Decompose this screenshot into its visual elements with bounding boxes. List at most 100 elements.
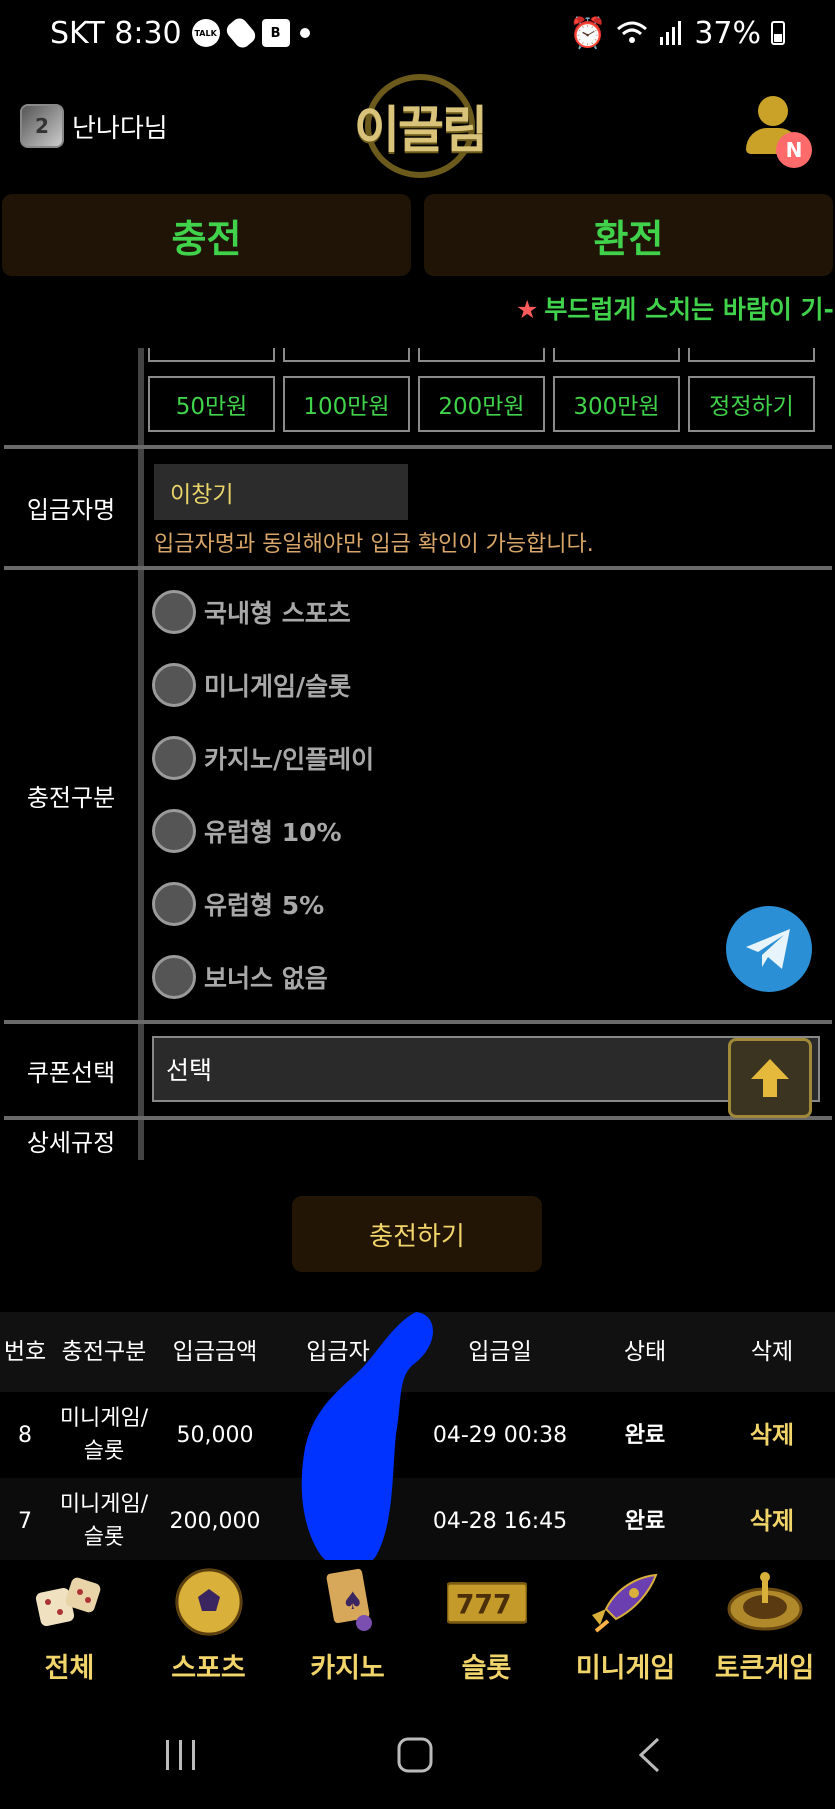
telegram-button[interactable] [726, 906, 812, 992]
nav-sports[interactable]: 스포츠 [139, 1560, 278, 1700]
pill-icon [223, 15, 259, 51]
system-nav-bar [0, 1700, 835, 1809]
delete-link[interactable]: 삭제 [712, 1478, 832, 1564]
exchange-tab-button[interactable]: 환전 [424, 194, 833, 276]
back-icon[interactable] [636, 1736, 662, 1774]
rank-badge-icon: 2 [20, 104, 64, 148]
site-logo[interactable]: 이끌림 [335, 70, 505, 182]
header-cell: 입금금액 [172, 1338, 258, 1365]
amount-button-partial[interactable] [418, 348, 545, 362]
notification-badge: N [776, 132, 812, 168]
header-cell: 상태 [623, 1338, 667, 1365]
nav-token-game[interactable]: 토큰게임 [695, 1560, 834, 1700]
username: 난나다님 [72, 113, 168, 144]
header-cell: 삭제 [750, 1338, 794, 1365]
amount-button-partial[interactable] [283, 348, 410, 362]
radio-no-bonus[interactable]: 보너스 없음 [152, 955, 328, 999]
depositor-notice: 입금자명과 동일해야만 입금 확인이 가능합니다. [154, 532, 594, 557]
row-type: 미니게임/슬롯 [59, 1406, 149, 1464]
depositor-label: 입금자명 [4, 449, 138, 566]
amount-row-partial [148, 348, 815, 362]
radio-casino-inplay[interactable]: 카지노/인플레이 [152, 736, 374, 780]
battery-percent: 37% [694, 15, 761, 51]
telegram-icon [746, 929, 790, 969]
depositor-name-field[interactable]: 이창기 [154, 464, 408, 520]
radio-europe-5[interactable]: 유럽형 5% [152, 882, 324, 926]
radio-circle-icon [152, 809, 196, 853]
radio-label: 카지노/인플레이 [204, 745, 375, 774]
nav-casino[interactable]: ♠ 카지노 [278, 1560, 417, 1700]
svg-text:777: 777 [455, 1590, 511, 1621]
coupon-label: 쿠폰선택 [4, 1024, 138, 1116]
radio-label: 유럽형 5% [204, 891, 325, 920]
star-icon: ★ [516, 295, 539, 324]
amount-buttons: 50만원 100만원 200만원 300만원 정정하기 [148, 376, 815, 432]
amount-button-partial[interactable] [148, 348, 275, 362]
radio-minigame-slot[interactable]: 미니게임/슬롯 [152, 663, 351, 707]
header-cell: 번호 [3, 1338, 47, 1365]
rocket-icon [586, 1566, 666, 1638]
amount-button-50[interactable]: 50만원 [148, 376, 275, 432]
cards-icon: ♠ [308, 1566, 388, 1638]
soccer-ball-icon [169, 1566, 249, 1638]
amount-button-300[interactable]: 300만원 [553, 376, 680, 432]
rules-label: 상세규정 [4, 1120, 138, 1160]
arrow-up-icon [751, 1059, 789, 1097]
amount-button-200[interactable]: 200만원 [418, 376, 545, 432]
signal-icon [660, 21, 682, 45]
charge-tab-button[interactable]: 충전 [2, 194, 411, 276]
alarm-icon: ⏰ [568, 15, 607, 51]
row-amount: 200,000 [169, 1508, 261, 1534]
radio-circle-icon [152, 955, 196, 999]
status-left: SKT 8:30 TALK B [50, 15, 310, 51]
radio-label: 미니게임/슬롯 [204, 672, 352, 701]
dice-icon [30, 1566, 110, 1638]
radio-domestic-sports[interactable]: 국내형 스포츠 [152, 590, 351, 634]
row-amount: 50,000 [176, 1422, 254, 1448]
status-right: ⏰ 37% [569, 16, 785, 51]
svg-text:♠: ♠ [342, 1587, 364, 1615]
slot-777-icon: 777 [446, 1566, 527, 1638]
nav-label: 카지노 [310, 1653, 385, 1684]
notification-dot-icon [299, 28, 310, 38]
submit-charge-button[interactable]: 충전하기 [292, 1196, 542, 1272]
reset-amount-button[interactable]: 정정하기 [688, 376, 815, 432]
profile-avatar-icon [758, 96, 788, 126]
column-divider [138, 348, 144, 1160]
radio-circle-icon [152, 590, 196, 634]
announcement-marquee: ★ 부드럽게 스치는 바람이 기- [516, 290, 834, 326]
home-icon[interactable] [396, 1736, 434, 1774]
bottom-nav: 전체 스포츠 ♠ 카지노 777 슬롯 미니게임 토큰게임 [0, 1560, 835, 1700]
redaction-scribble [301, 1312, 433, 1569]
status-bar: SKT 8:30 TALK B ⏰ 37% [0, 0, 835, 66]
radio-circle-icon [152, 663, 196, 707]
kakaotalk-icon: TALK [191, 19, 220, 47]
radio-europe-10[interactable]: 유럽형 10% [152, 809, 342, 853]
profile-button[interactable]: N [742, 96, 814, 168]
carrier-time: SKT 8:30 [50, 15, 182, 51]
row-type: 미니게임/슬롯 [59, 1492, 149, 1550]
user-info[interactable]: 2 난나다님 [20, 104, 168, 148]
charge-type-label: 충전구분 [4, 570, 138, 1020]
radio-circle-icon [152, 736, 196, 780]
nav-all[interactable]: 전체 [0, 1560, 139, 1700]
amount-button-partial[interactable] [553, 348, 680, 362]
nav-label: 슬롯 [461, 1653, 512, 1684]
header-cell: 입금일 [468, 1338, 532, 1365]
radio-label: 국내형 스포츠 [204, 599, 351, 628]
delete-link[interactable]: 삭제 [712, 1392, 832, 1478]
roulette-icon [725, 1566, 805, 1638]
nav-label: 스포츠 [171, 1653, 246, 1684]
amount-button-partial[interactable] [688, 348, 815, 362]
b-app-icon: B [261, 19, 290, 47]
amount-button-100[interactable]: 100만원 [283, 376, 410, 432]
recent-apps-icon[interactable] [164, 1738, 198, 1772]
nav-slots[interactable]: 777 슬롯 [417, 1560, 556, 1700]
coupon-select[interactable]: 선택 [152, 1036, 820, 1102]
header-cell: 충전구분 [61, 1338, 147, 1365]
scroll-top-button[interactable] [728, 1038, 812, 1118]
radio-circle-icon [152, 882, 196, 926]
nav-label: 토큰게임 [714, 1653, 815, 1684]
logo-text: 이끌림 [354, 101, 488, 159]
nav-minigame[interactable]: 미니게임 [556, 1560, 695, 1700]
